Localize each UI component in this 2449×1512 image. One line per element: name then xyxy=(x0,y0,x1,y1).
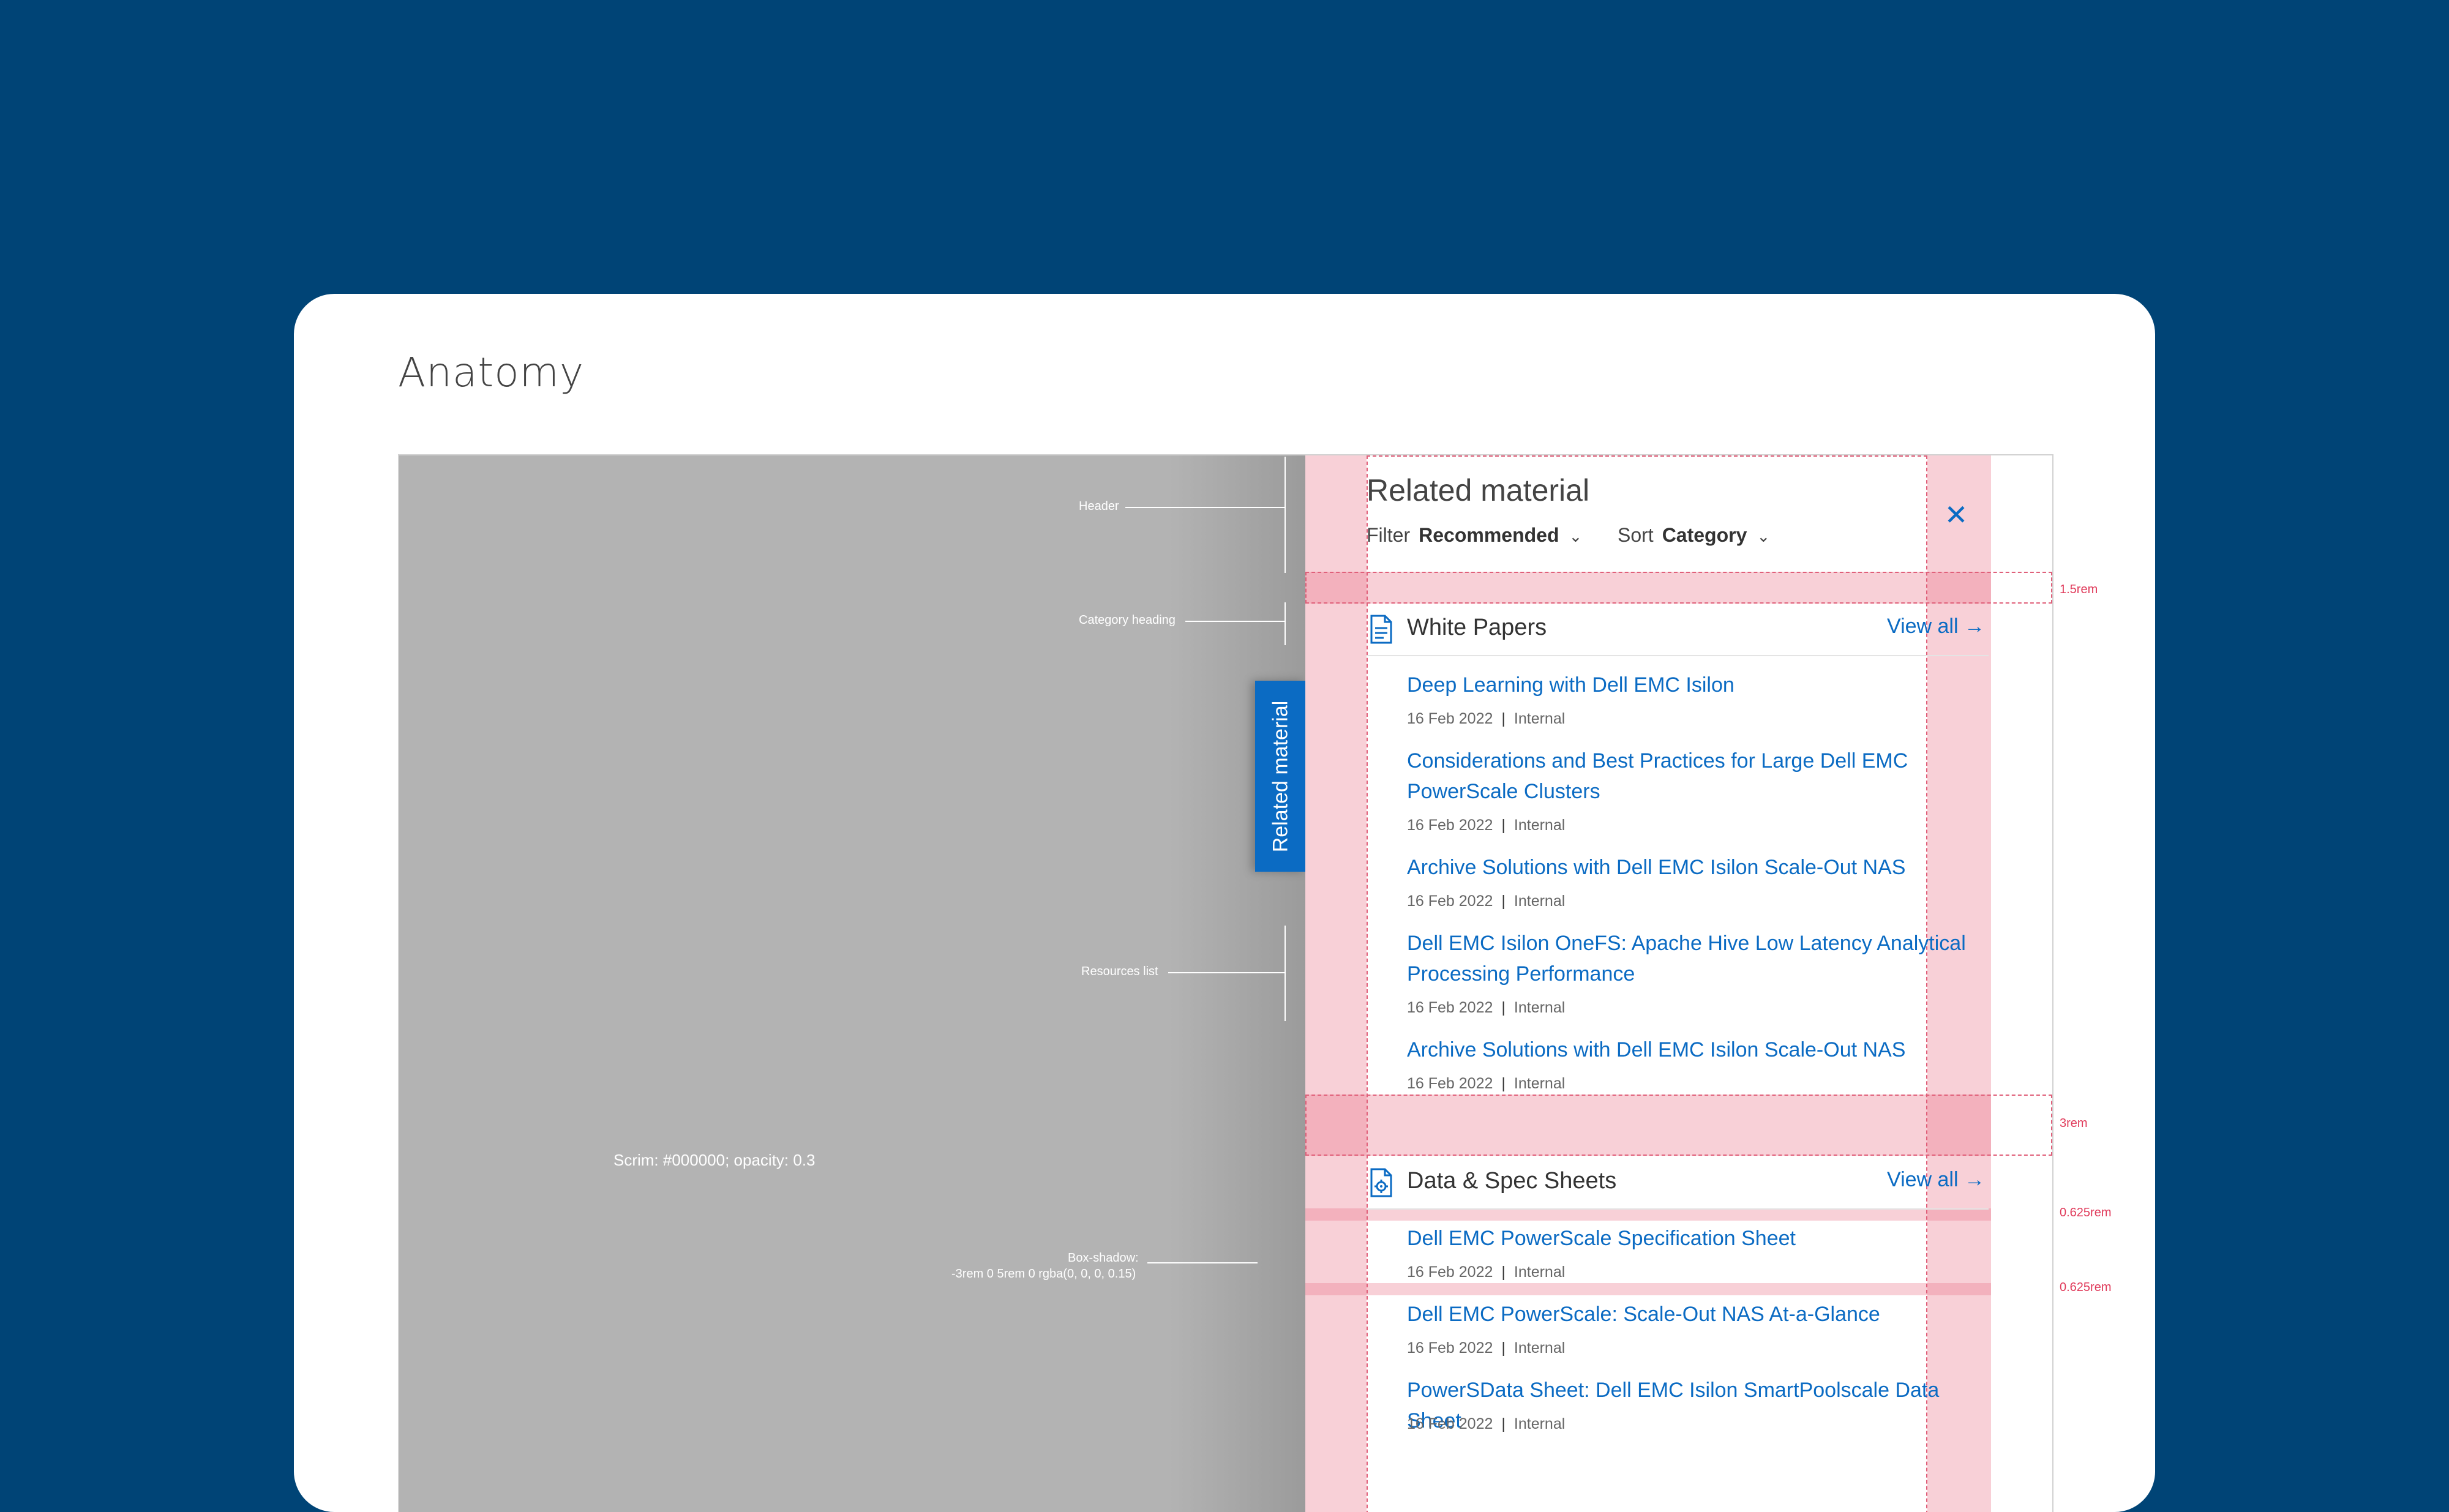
chevron-down-icon: ⌄ xyxy=(1757,527,1771,545)
related-material-panel: Related material Filter Recommended ⌄ Sort… xyxy=(1305,455,2052,1512)
resource-link[interactable]: Deep Learning with Dell EMC Isilon xyxy=(1407,670,1989,700)
resource-tag: Internal xyxy=(1513,1415,1566,1432)
annotation-resources-list: Resources list xyxy=(1081,965,1158,978)
resource-date: 16 Feb 2022 xyxy=(1407,1415,1493,1432)
resource-tag: Internal xyxy=(1513,999,1566,1016)
filter-dropdown[interactable]: Filter Recommended ⌄ xyxy=(1367,524,1582,547)
annotation-category-heading: Category heading xyxy=(1079,613,1176,627)
spec-sheet-gear-icon xyxy=(1370,1168,1392,1197)
resource-tag: Internal xyxy=(1513,1263,1566,1281)
resource-date: 16 Feb 2022 xyxy=(1407,710,1493,727)
view-all-link[interactable]: View all → xyxy=(1887,1168,1985,1192)
resource-link[interactable]: Dell EMC PowerScale Specification Sheet xyxy=(1407,1223,1989,1254)
related-material-tab-label: Related material xyxy=(1269,700,1292,852)
resource-date: 16 Feb 2022 xyxy=(1407,1339,1493,1357)
category-heading-data-spec-sheets: Data & Spec Sheets View all → xyxy=(1367,1157,1989,1210)
filter-value: Recommended xyxy=(1419,524,1559,546)
resource-link[interactable]: Dell EMC Isilon OneFS: Apache Hive Low L… xyxy=(1407,928,1989,989)
resource-meta: 16 Feb 2022 | Internal xyxy=(1407,1075,1566,1092)
resource-date: 16 Feb 2022 xyxy=(1407,1263,1493,1281)
annotation-category-bracket xyxy=(1285,602,1286,645)
sort-label: Sort xyxy=(1618,524,1654,546)
arrow-right-icon: → xyxy=(1964,1168,1985,1191)
resource-meta: 16 Feb 2022 | Internal xyxy=(1407,1339,1566,1357)
arrow-right-icon: → xyxy=(1964,615,1985,638)
resource-meta: 16 Feb 2022 | Internal xyxy=(1407,1263,1566,1281)
resource-tag: Internal xyxy=(1513,1075,1566,1092)
resource-meta: 16 Feb 2022 | Internal xyxy=(1407,1415,1566,1432)
resource-date: 16 Feb 2022 xyxy=(1407,893,1493,910)
anatomy-frame: Header Category heading Resources list S… xyxy=(398,454,2053,1512)
annotation-box-shadow-value: -3rem 0 5rem 0 rgba(0, 0, 0, 0.15) xyxy=(951,1267,1136,1281)
resource-meta: 16 Feb 2022 | Internal xyxy=(1407,999,1566,1016)
resource-meta: 16 Feb 2022 | Internal xyxy=(1407,710,1566,727)
resource-tag: Internal xyxy=(1513,1339,1566,1357)
category-heading-white-papers: White Papers View all → xyxy=(1367,604,1989,656)
related-material-tab[interactable]: Related material xyxy=(1255,681,1307,872)
spacing-spec-label: 1.5rem xyxy=(2060,583,2098,596)
annotation-category-line xyxy=(1185,621,1285,622)
category-name: Data & Spec Sheets xyxy=(1407,1168,1617,1194)
resource-link[interactable]: Considerations and Best Practices for La… xyxy=(1407,746,1989,807)
chevron-down-icon: ⌄ xyxy=(1569,527,1583,545)
card-title: Anatomy xyxy=(398,349,585,396)
category-name: White Papers xyxy=(1407,615,1547,640)
annotation-box-shadow-line xyxy=(1147,1262,1258,1263)
spacing-spec-label: 0.625rem xyxy=(2060,1206,2112,1219)
resource-date: 16 Feb 2022 xyxy=(1407,999,1493,1016)
annotation-box-shadow-title: Box-shadow: xyxy=(1068,1251,1139,1265)
annotation-resources-bracket xyxy=(1285,926,1286,1021)
view-all-label: View all xyxy=(1887,1168,1959,1191)
spacing-spec-label: 3rem xyxy=(2060,1117,2088,1130)
resource-link[interactable]: Dell EMC PowerScale: Scale-Out NAS At-a-… xyxy=(1407,1299,1989,1330)
annotation-resources-line xyxy=(1168,972,1285,973)
close-icon[interactable]: ✕ xyxy=(1941,500,1971,530)
anatomy-card: Anatomy Header Category heading Resource… xyxy=(294,294,2155,1512)
panel-content: Related material Filter Recommended ⌄ Sort… xyxy=(1367,455,1989,1512)
panel-title: Related material xyxy=(1367,473,1590,507)
document-icon xyxy=(1370,615,1392,644)
sort-dropdown[interactable]: Sort Category ⌄ xyxy=(1618,524,1770,547)
view-all-link[interactable]: View all → xyxy=(1887,615,1985,638)
resource-meta: 16 Feb 2022 | Internal xyxy=(1407,893,1566,910)
annotation-header: Header xyxy=(1079,500,1119,513)
resource-link[interactable]: Archive Solutions with Dell EMC Isilon S… xyxy=(1407,1035,1989,1065)
resource-date: 16 Feb 2022 xyxy=(1407,1075,1493,1092)
resource-date: 16 Feb 2022 xyxy=(1407,817,1493,834)
annotation-scrim: Scrim: #000000; opacity: 0.3 xyxy=(613,1151,816,1169)
resource-tag: Internal xyxy=(1513,817,1566,834)
sort-value: Category xyxy=(1662,524,1747,546)
filter-label: Filter xyxy=(1367,524,1411,546)
resource-tag: Internal xyxy=(1513,893,1566,910)
padding-guide-left xyxy=(1305,455,1367,1512)
resource-tag: Internal xyxy=(1513,710,1566,727)
view-all-label: View all xyxy=(1887,615,1959,638)
resource-link[interactable]: Archive Solutions with Dell EMC Isilon S… xyxy=(1407,852,1989,883)
spacing-spec-label: 0.625rem xyxy=(2060,1281,2112,1294)
annotation-header-line xyxy=(1125,507,1285,508)
resource-meta: 16 Feb 2022 | Internal xyxy=(1407,817,1566,834)
annotation-header-bracket xyxy=(1285,457,1286,573)
